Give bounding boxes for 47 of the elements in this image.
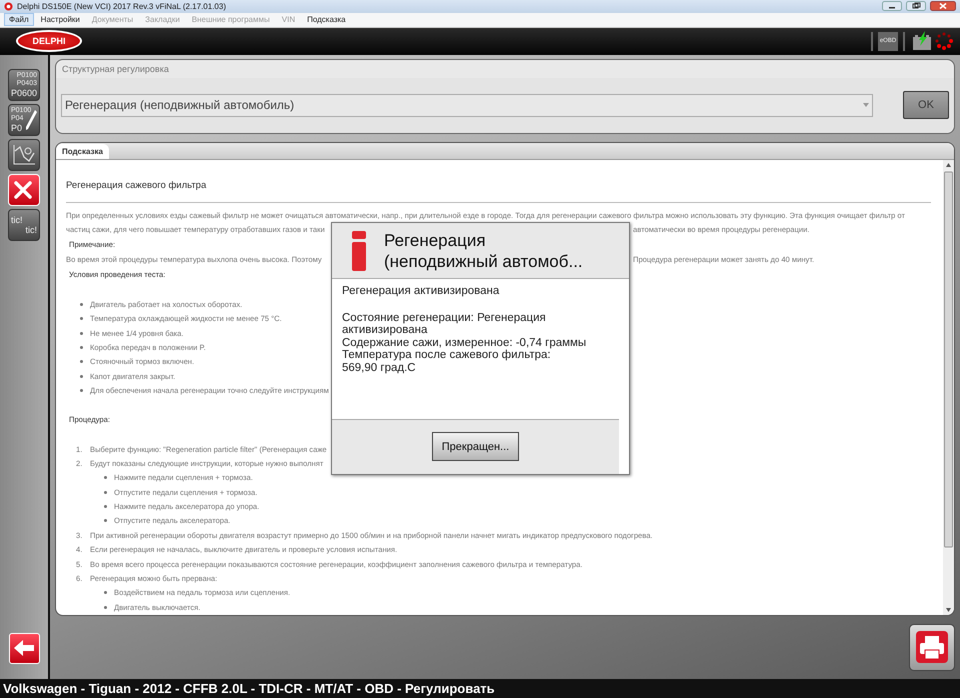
bullet-icon [80,374,83,378]
caret-icon [863,103,869,108]
bullet-icon [80,332,83,335]
printer-icon [914,629,950,666]
battery-icon [912,31,932,52]
cross-icon [13,180,33,200]
dialog-detail: Температура после сажевого фильтра: 569,90 град.С [342,349,552,374]
bullet-icon [104,490,107,494]
menu-item[interactable]: Подсказка [302,13,351,26]
tic-button[interactable]: tic! tic! [8,208,40,241]
info-icon [352,230,366,270]
window-title: Delphi DS150E (New VCI) 2017 Rev.3 vFiNaL (2.17.01.03) [17,2,227,11]
bullet-icon [104,606,107,609]
menu-item[interactable]: Файл [4,13,34,26]
panel-title: Структурная регулировка [61,62,170,76]
print-button[interactable] [909,624,955,671]
cancel-button[interactable]: Прекращен... [432,432,519,461]
vehicle-status: Volkswagen - Tiguan - 2012 - CFFB 2.0L - TDI-CR - MT/AT - OBD - Регулировать [3,680,495,696]
dialog-detail: Состояние регенерации: Регенерация активизирована [342,312,547,336]
bullet-icon [104,519,107,522]
bullet-icon [104,505,107,508]
dialog-title: Регенерация (неподвижный автомоб... [384,230,583,272]
bullet-icon [80,302,83,306]
spinner-icon [934,31,954,52]
hint-heading: Регенерация сажевого фильтра [66,180,931,203]
bullet-icon [104,591,107,594]
brand-logo: DELPHI [16,30,82,52]
bullet-icon [104,476,107,480]
close-icon[interactable] [930,1,956,12]
live-data-button[interactable] [8,138,40,171]
menu-item[interactable]: Настройки [36,13,85,26]
graph-icon [11,142,37,167]
minimize-icon[interactable] [882,1,902,12]
restore-icon[interactable] [906,1,926,12]
bullet-icon [80,389,83,392]
bullet-icon [80,346,83,349]
scrollbar[interactable] [943,160,954,615]
adjustment-button[interactable] [8,174,40,206]
dialog-detail: Содержание сажи, измеренное: -0,74 граммы [342,336,587,349]
function-dropdown[interactable]: Регенерация (неподвижный автомобиль) [61,94,873,117]
app-icon [4,2,13,11]
dialog-message: Регенерация активизирована [342,285,500,298]
arrow-left-icon [13,639,35,658]
bullet-icon [80,317,83,320]
hint-tab[interactable]: Подсказка [56,144,109,159]
back-button[interactable] [8,632,40,664]
bullet-icon [80,360,83,364]
